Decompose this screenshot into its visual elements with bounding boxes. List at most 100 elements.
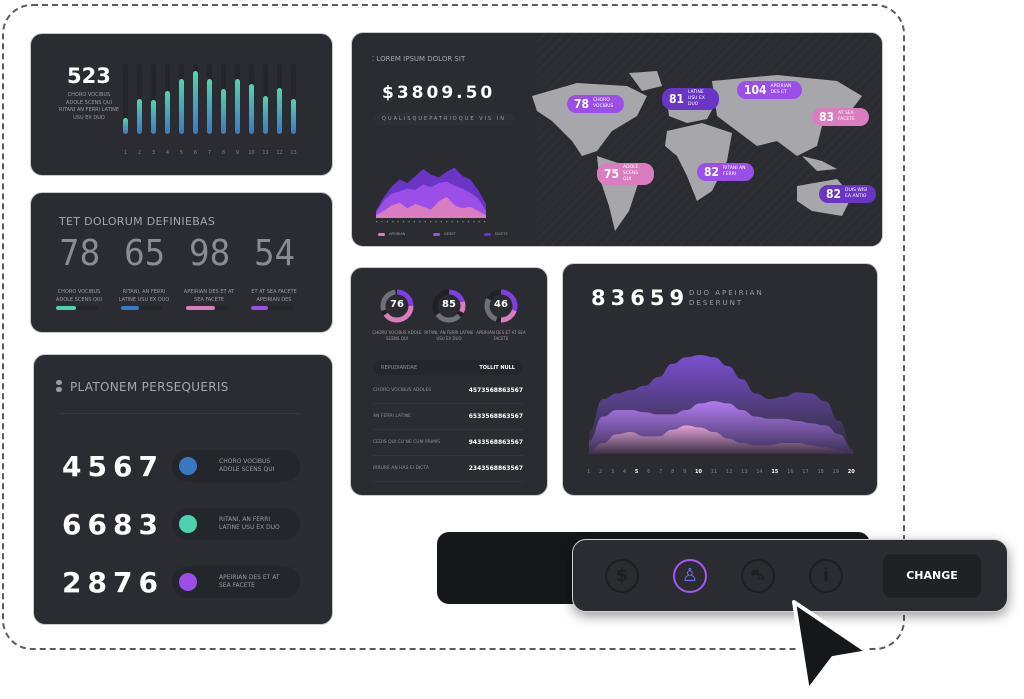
grid-dot	[720, 344, 722, 345]
stat-progress	[251, 306, 269, 310]
grid-dot	[840, 355, 842, 357]
grid-dot	[589, 367, 590, 369]
map-pin[interactable]: 82 DUIS WISI EA ANTIO	[819, 185, 877, 203]
drag-handle-icon	[56, 380, 62, 392]
bar-stat-value: 523	[67, 64, 111, 88]
grid-dot	[792, 344, 794, 345]
stat-progress	[56, 306, 76, 310]
bar-label: 12	[276, 150, 283, 156]
pin-value: 104	[744, 83, 767, 97]
grid-dot	[696, 344, 698, 345]
bar	[249, 83, 254, 134]
table-header-col2[interactable]: TOLLIT NULL	[479, 365, 515, 371]
pin-value: 81	[669, 91, 685, 106]
grid-dot	[600, 379, 602, 381]
stat-progress	[121, 306, 140, 310]
stat-value: 78	[59, 233, 101, 274]
grid-dot	[828, 344, 830, 345]
legend-swatch	[378, 232, 385, 236]
stat-value: 65	[124, 233, 166, 274]
grid-dot	[636, 344, 638, 345]
map-pin[interactable]: 82 RITANI AN FERRI	[697, 163, 755, 181]
grid-dot	[648, 344, 650, 345]
table-header-col1[interactable]: REPUDIANDAE	[381, 365, 417, 371]
pin-label: RITANI AN FERRI	[723, 166, 746, 177]
mini-tick	[484, 221, 486, 223]
grid-dot	[732, 355, 734, 357]
grid-dot	[792, 391, 794, 393]
table-row[interactable]: CEDIS QUI CU NE CUM PRIMIS 9433568863567	[373, 430, 523, 456]
stat-progress	[186, 306, 215, 310]
donut-value: 76	[390, 299, 404, 310]
stat-value: 98	[189, 233, 231, 274]
mini-tick	[473, 221, 475, 223]
grid-dot	[780, 344, 782, 345]
user-icon[interactable]: ♙	[673, 558, 707, 593]
wave-chart	[589, 344, 853, 454]
row-label: IRRURE AN HAS EI DICTA	[373, 466, 429, 471]
bar-label: 5	[179, 150, 184, 156]
bar-label: 6	[193, 150, 198, 156]
mini-area-chart	[376, 167, 486, 223]
table-row[interactable]: CHORO VOCIBUS ADOLES 4573568863567	[373, 378, 523, 404]
legend-label: APEIRIAN	[389, 232, 406, 236]
grid-dot	[756, 379, 758, 381]
bar-label: 7	[207, 150, 212, 156]
map-pin[interactable]: 81 LATINE USU EX DUO	[662, 88, 720, 110]
grid-dot	[768, 355, 770, 357]
bar	[137, 99, 142, 134]
map-pin[interactable]: 75 ADOLE SCENS QUI	[597, 163, 655, 185]
grid-dot	[744, 355, 746, 357]
dollar-icon[interactable]: $	[605, 558, 639, 593]
wave-x-label: 19	[832, 469, 839, 475]
grid-dot	[612, 391, 614, 393]
wave-x-label: 20	[847, 469, 855, 475]
bar-label: 13	[290, 150, 297, 156]
grid-dot	[600, 344, 602, 345]
stat-value: 54	[254, 233, 296, 274]
grid-dot	[624, 355, 626, 357]
grid-dot	[780, 391, 782, 393]
bar	[221, 88, 226, 134]
wave-x-label: 8	[671, 469, 675, 475]
table-row[interactable]: AN FERRI LATINE 6533568863567	[373, 404, 523, 430]
mini-tick	[451, 221, 453, 223]
grid-dot	[589, 391, 590, 393]
grid-dot	[792, 379, 794, 381]
grid-dot	[600, 391, 602, 393]
bar	[263, 95, 268, 134]
cart-icon[interactable]: ⛍	[741, 558, 775, 593]
table-row[interactable]: IRRURE AN HAS EI DICTA 2343568863567	[373, 456, 523, 482]
grid-dot	[672, 344, 674, 345]
grid-dot	[624, 367, 626, 369]
grid-dot	[589, 403, 590, 405]
bar	[291, 99, 296, 134]
info-icon[interactable]: i	[809, 558, 843, 593]
wave-x-label: 14	[756, 469, 763, 475]
grid-dot	[780, 379, 782, 381]
bar	[277, 87, 282, 134]
wave-x-label: 3	[610, 469, 615, 475]
map-pin[interactable]: 104 APEIRIAN DES ET	[737, 81, 802, 99]
grid-dot	[780, 367, 782, 369]
grid-dot	[589, 344, 590, 345]
grid-dot	[648, 367, 650, 369]
wave-card: 83659 DUO APEIRIAN DESERUNT 1 2 3 4 5 6 7 8 9 10 1…	[562, 263, 878, 496]
bar	[207, 79, 212, 134]
grid-dot	[804, 367, 806, 369]
grid-dot	[804, 391, 806, 393]
grid-dot	[816, 391, 818, 393]
list-card: PLATONEM PERSEQUERIS 4567 CHORO VOCIBUS A…	[33, 354, 333, 625]
legend-dot	[179, 457, 197, 475]
map-pin[interactable]: 83 AT SEA FACETE	[812, 108, 870, 126]
map-pin[interactable]: 78 CHORO VOCIBUS	[567, 95, 625, 113]
grid-dot	[840, 379, 842, 381]
stat-caption: APEIRIAN DES ET AT SEA FACETE	[183, 289, 235, 303]
grid-dot	[636, 355, 638, 357]
donut-caption: APEIRIAN DES ET AT SEA FACETE	[476, 330, 526, 341]
mini-tick	[462, 221, 464, 223]
pin-value: 75	[604, 166, 620, 181]
grid-dot	[660, 355, 662, 357]
grid-dot	[756, 367, 758, 369]
change-button[interactable]: CHANGE	[883, 553, 981, 598]
